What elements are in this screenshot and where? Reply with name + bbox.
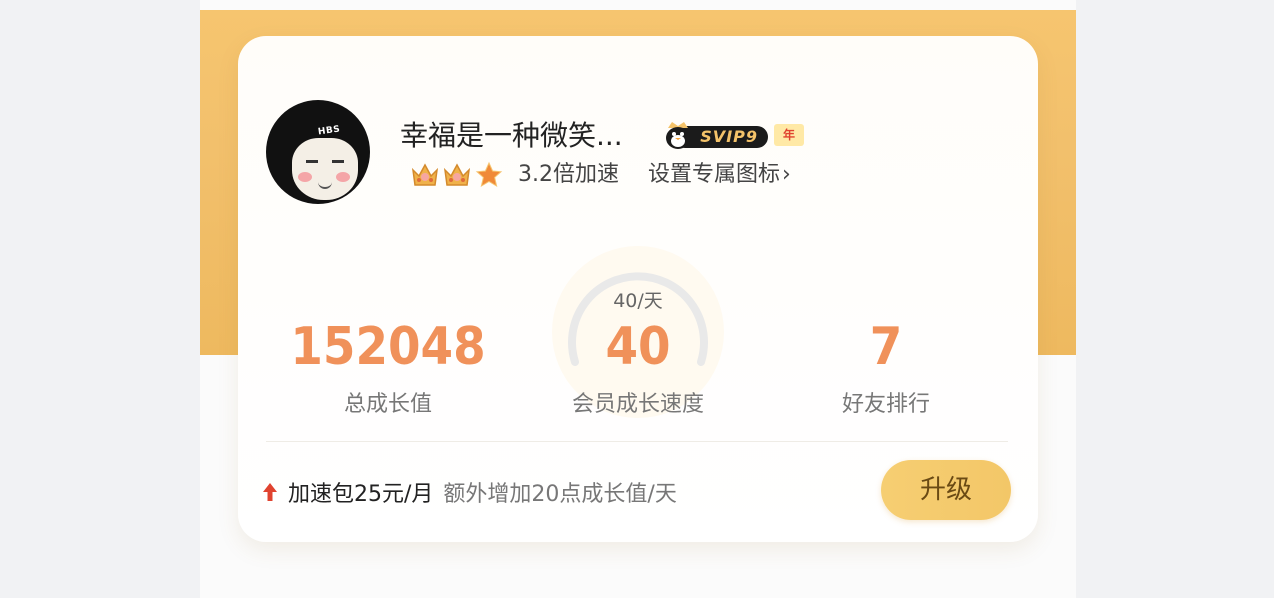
level-icons	[410, 160, 504, 190]
avatar-cap-text: HBS	[317, 124, 341, 138]
avatar-eye-left	[306, 160, 318, 163]
star-icon	[475, 161, 503, 188]
growth-speed-label: 会员成长速度	[571, 392, 704, 417]
friend-rank-value: 7	[869, 317, 903, 377]
username: 幸福是一种微笑...	[400, 119, 623, 152]
total-growth-stat[interactable]: 152048 总成长值	[268, 314, 508, 418]
avatar-eye-right	[332, 160, 344, 163]
boost-package-row: 加速包25元/月 额外增加20点成长值/天	[262, 476, 677, 508]
upgrade-button[interactable]: 升级	[881, 460, 1011, 520]
speed-per-day: 40/天	[613, 290, 663, 312]
avatar-mouth	[318, 182, 332, 189]
set-custom-icon-label: 设置专属图标	[648, 162, 781, 187]
up-arrow-icon	[263, 483, 277, 501]
growth-speed-value: 40	[605, 317, 671, 377]
boost-package-benefit: 额外增加20点成长值/天	[443, 482, 677, 507]
avatar[interactable]: HBS	[266, 100, 370, 204]
chevron-right-icon: ›	[782, 162, 791, 187]
year-badge: 年	[774, 124, 804, 146]
growth-speed-stat[interactable]: 40 会员成长速度	[518, 314, 758, 418]
crown-icon	[443, 163, 471, 186]
total-growth-value: 152048	[290, 317, 486, 377]
avatar-cheek-left	[298, 172, 312, 182]
total-growth-label: 总成长值	[343, 392, 432, 417]
avatar-face	[292, 138, 358, 200]
svip-badge: SVIP9	[660, 122, 770, 150]
speed-multiplier: 3.2倍加速	[518, 162, 619, 187]
crown-icon	[411, 163, 439, 186]
boost-package-price: 加速包25元/月	[288, 482, 434, 507]
set-custom-icon-link[interactable]: 设置专属图标›	[648, 160, 791, 190]
penguin-icon	[666, 122, 690, 149]
avatar-cheek-right	[336, 172, 350, 182]
divider	[266, 441, 1008, 442]
membership-card: HBS 幸福是一种微笑... SVIP9 年 3.2倍加速 设置专属图标› 40…	[238, 36, 1038, 542]
friend-rank-label: 好友排行	[841, 392, 930, 417]
friend-rank-stat[interactable]: 7 好友排行	[766, 314, 1006, 418]
